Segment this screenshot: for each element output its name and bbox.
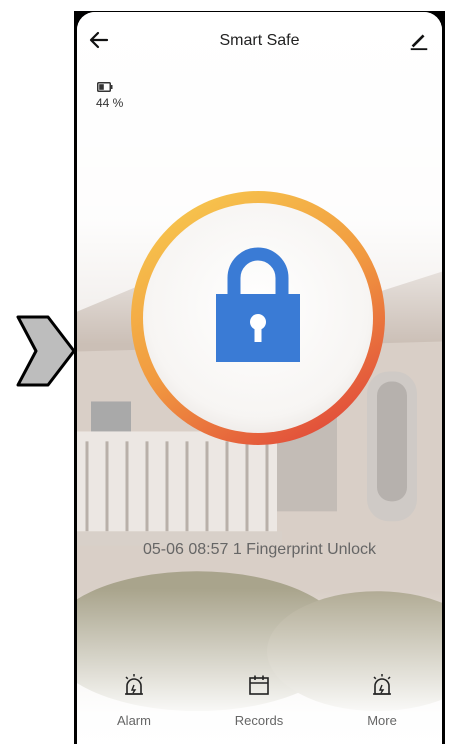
app-screen: Smart Safe 44 % 05-06 08:57 1 Fingerprin… — [77, 12, 442, 744]
alarm-icon — [373, 674, 391, 695]
nav-label-alarm: Alarm — [117, 713, 151, 728]
calendar-icon — [249, 675, 269, 695]
phone-frame: Smart Safe 44 % 05-06 08:57 1 Fingerprin… — [74, 11, 445, 744]
alarm-icon — [125, 674, 143, 695]
nav-label-records: Records — [234, 713, 284, 728]
stage: Smart Safe 44 % 05-06 08:57 1 Fingerprin… — [0, 0, 452, 744]
last-unlock-record: 05-06 08:57 1 Fingerprint Unlock — [142, 541, 377, 558]
nav-item-alarm[interactable]: Alarm — [89, 673, 179, 728]
page-title: Smart Safe — [219, 32, 300, 49]
lock-toggle-button[interactable] — [128, 188, 388, 448]
edit-pencil-icon[interactable] — [408, 29, 430, 51]
nav-item-records[interactable]: Records — [214, 673, 304, 728]
battery-level: 44 % — [96, 96, 124, 110]
battery-icon — [97, 82, 113, 92]
top-bar: Smart Safe — [77, 12, 442, 68]
bottom-nav: Alarm Records More — [77, 667, 442, 744]
callout-arrow-icon — [16, 315, 76, 387]
nav-label-more: More — [367, 713, 397, 728]
lock-closed-icon — [216, 247, 300, 362]
nav-item-more[interactable]: More — [337, 673, 427, 728]
